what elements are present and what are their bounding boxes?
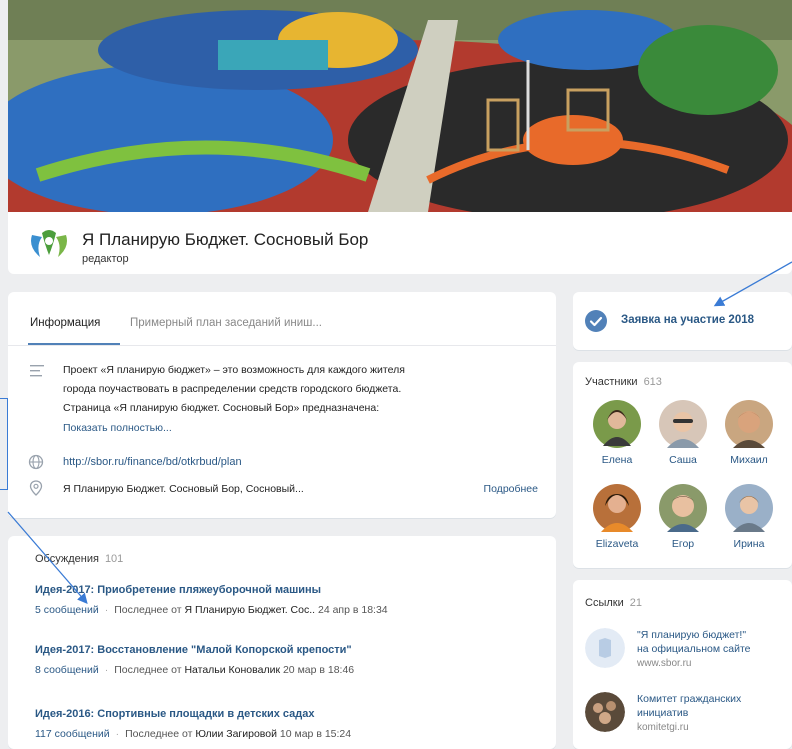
- description-line: Проект «Я планирую бюджет» – это возможн…: [63, 364, 405, 376]
- avatar[interactable]: [725, 484, 773, 532]
- separator: ·: [104, 604, 109, 616]
- topic-author[interactable]: Я Планирую Бюджет. Сос..: [184, 604, 315, 616]
- description-line: города поучаствовать в распределении сре…: [63, 383, 402, 395]
- description-line: Страница «Я планирую бюджет. Сосновый Бо…: [63, 402, 380, 414]
- member-name[interactable]: Елена: [587, 454, 647, 466]
- globe-icon: [28, 454, 44, 470]
- info-tabs: Информация Примерный план заседаний иниш…: [8, 292, 556, 346]
- separator: ·: [115, 728, 120, 740]
- topic-last-prefix: Последнее от: [114, 664, 182, 676]
- links-card: Ссылки 21 "Я планирую бюджет!" на официал…: [573, 580, 792, 749]
- links-title[interactable]: Ссылки 21: [585, 597, 642, 609]
- avatar[interactable]: [659, 484, 707, 532]
- links-count: 21: [629, 597, 642, 609]
- avatar[interactable]: [593, 484, 641, 532]
- topic-author[interactable]: Натальи Коновалик: [184, 664, 280, 676]
- members-title-text: Участники: [585, 376, 638, 388]
- link-name[interactable]: Комитет гражданских: [637, 692, 741, 706]
- member[interactable]: Elizaveta: [587, 484, 647, 550]
- discussions-title-text: Обсуждения: [35, 553, 99, 565]
- discussions-title[interactable]: Обсуждения 101: [35, 553, 123, 565]
- show-more-link[interactable]: Показать полностью...: [63, 422, 172, 434]
- member-name[interactable]: Саша: [653, 454, 713, 466]
- tab-info[interactable]: Информация: [30, 317, 100, 329]
- link-body: Комитет гражданских инициатив komitetgi.…: [637, 692, 741, 733]
- topic-author[interactable]: Юлии Загировой: [195, 728, 277, 740]
- avatar[interactable]: [659, 400, 707, 448]
- member-name[interactable]: Михаил: [719, 454, 779, 466]
- topic-date: 10 мар в 15:24: [279, 728, 352, 740]
- topic-meta: 8 сообщений · Последнее от Натальи Коновал…: [35, 664, 354, 676]
- group-header: Я Планирую Бюджет. Сосновый Бор редактор: [8, 212, 792, 274]
- cover-image: [8, 0, 792, 212]
- topic-title[interactable]: Идея-2016: Спортивные площадки в детских…: [35, 708, 351, 720]
- member[interactable]: Михаил: [719, 400, 779, 466]
- links-title-text: Ссылки: [585, 597, 624, 609]
- group-logo[interactable]: [26, 225, 72, 263]
- members-title[interactable]: Участники 613: [585, 376, 662, 388]
- members-count: 613: [643, 376, 662, 388]
- member-name[interactable]: Ирина: [719, 538, 779, 550]
- apply-link[interactable]: Заявка на участие 2018: [621, 314, 754, 326]
- discussion-topic[interactable]: Идея-2017: Приобретение пляжеуборочной м…: [35, 584, 388, 616]
- member[interactable]: Елена: [587, 400, 647, 466]
- description-icon: [30, 365, 44, 377]
- members-card: Участники 613 Елена Саша Михаил Elizavet…: [573, 362, 792, 568]
- topic-date: 20 мар в 18:46: [282, 664, 355, 676]
- tab-meeting-plan[interactable]: Примерный план заседаний иниш...: [130, 317, 322, 329]
- topic-last-prefix: Последнее от: [114, 604, 182, 616]
- link-body: "Я планирую бюджет!" на официальном сайт…: [637, 628, 750, 669]
- topic-meta: 5 сообщений · Последнее от Я Планирую Бюдж…: [35, 604, 388, 616]
- link-name[interactable]: "Я планирую бюджет!": [637, 628, 750, 642]
- topic-meta: 117 сообщений · Последнее от Юлии Загирово…: [35, 728, 351, 740]
- discussion-topic[interactable]: Идея-2017: Восстановление "Малой Копорск…: [35, 644, 354, 676]
- location-pin-icon: [29, 480, 43, 496]
- link-thumbnail[interactable]: [585, 692, 625, 732]
- discussions-card: Обсуждения 101 Идея-2017: Приобретение пл…: [8, 536, 556, 749]
- link-url: www.sbor.ru: [637, 658, 692, 670]
- avatar[interactable]: [725, 400, 773, 448]
- member-name[interactable]: Elizaveta: [587, 538, 647, 550]
- topic-title[interactable]: Идея-2017: Восстановление "Малой Копорск…: [35, 644, 354, 656]
- topic-message-count[interactable]: 8 сообщений: [35, 664, 99, 676]
- topic-message-count[interactable]: 5 сообщений: [35, 604, 99, 616]
- group-role: редактор: [82, 253, 129, 265]
- member[interactable]: Саша: [653, 400, 713, 466]
- group-name: Я Планирую Бюджет. Сосновый Бор: [82, 230, 369, 249]
- more-details-link[interactable]: Подробнее: [484, 483, 538, 495]
- topic-message-count[interactable]: 117 сообщений: [35, 728, 110, 740]
- info-card: Информация Примерный план заседаний иниш…: [8, 292, 556, 518]
- link-name[interactable]: инициатив: [637, 706, 741, 720]
- topic-date: 24 апр в 18:34: [317, 604, 388, 616]
- discussion-topic[interactable]: Идея-2016: Спортивные площадки в детских…: [35, 708, 351, 740]
- topic-last-prefix: Последнее от: [125, 728, 193, 740]
- website-link[interactable]: http://sbor.ru/finance/bd/otkrbud/plan: [63, 456, 242, 468]
- member[interactable]: Егор: [653, 484, 713, 550]
- member[interactable]: Ирина: [719, 484, 779, 550]
- address-text[interactable]: Я Планирую Бюджет. Сосновый Бор, Сосновы…: [63, 483, 304, 495]
- separator: ·: [104, 664, 109, 676]
- link-thumbnail[interactable]: [585, 628, 625, 668]
- check-circle-icon: [585, 310, 607, 332]
- tab-active-indicator: [28, 343, 120, 345]
- apply-card[interactable]: Заявка на участие 2018: [573, 292, 792, 350]
- annotation-bracket: [0, 398, 8, 490]
- avatar[interactable]: [593, 400, 641, 448]
- discussions-count: 101: [104, 553, 124, 565]
- member-name[interactable]: Егор: [653, 538, 713, 550]
- link-name[interactable]: на официальном сайте: [637, 642, 750, 656]
- topic-title[interactable]: Идея-2017: Приобретение пляжеуборочной м…: [35, 584, 388, 596]
- link-url: komitetgi.ru: [637, 722, 689, 734]
